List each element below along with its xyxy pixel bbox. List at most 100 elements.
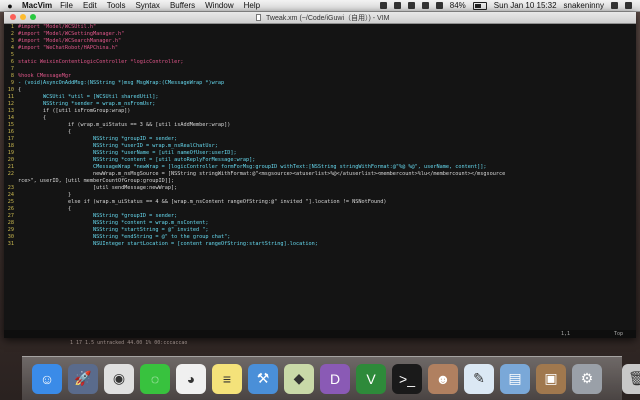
scroll-percent: Top [614,331,624,337]
code-text: NSString *groupID = sender; [18,136,178,142]
code-line[interactable]: 21 CMessageWrap *newWrap = [logicControl… [4,164,636,171]
line-number: 16 [7,129,14,135]
line-number: 9 [10,80,14,86]
user-name[interactable]: snakeninny [564,1,604,10]
code-line[interactable]: 17 NSString *groupID = sender; [4,136,636,143]
vim-icon[interactable]: V [356,363,386,394]
menu-buffers[interactable]: Buffers [170,1,195,10]
code-text: %hook CMessageMgr [18,73,72,79]
line-number: 27 [7,213,14,219]
menu-bar: ● MacVim File Edit Tools Syntax Buffers … [0,0,640,12]
line-number: 2 [10,31,14,37]
s-icon[interactable] [379,2,387,9]
code-text: NSString *content = wrap.m_nsContent; [18,220,209,226]
line-number: 7 [10,66,14,72]
code-editor[interactable]: 1 #import "Model/WCSUtil.h" 2 #import "Mode… [4,24,636,330]
menu-help[interactable]: Help [244,1,260,10]
battery-percent[interactable]: 84% [450,1,466,10]
code-text: if ([util isFromGroup:wrap]) [18,108,131,114]
code-line[interactable]: 30 NSString *endString = @" to the group… [4,234,636,241]
preview-icon[interactable]: ▤ [500,363,530,394]
line-number: 12 [7,101,14,107]
code-text: #import "Model/WCSearchManager.h" [18,38,122,44]
line-number: 13 [7,108,14,114]
code-text: else if (wrap.m_uiStatus == 4 && [wrap.m… [18,199,387,205]
code-line[interactable]: 3 #import "Model/WCSearchManager.h" [4,38,636,45]
finder-icon[interactable]: ☺ [32,363,62,394]
code-line[interactable]: 16 { [4,129,636,136]
menu-file[interactable]: File [60,1,73,10]
code-line[interactable]: 14 { [4,115,636,122]
trash-icon[interactable]: 🗑 [622,363,640,394]
code-line[interactable]: 29 NSString *startString = @" invited "; [4,227,636,234]
code-text: #import "Model/WCSettingManager.h" [18,31,125,37]
code-line[interactable]: rce>", userID, [util memberCountOfGroup:… [4,178,636,185]
code-line[interactable]: 26 { [4,206,636,213]
code-line[interactable]: 1 #import "Model/WCSUtil.h" [4,24,636,31]
battery-icon[interactable] [472,1,487,10]
maps-icon[interactable]: ◆ [284,363,314,394]
code-line[interactable]: 31 NSUInteger startLocation = [content r… [4,241,636,248]
chrome-icon[interactable]: ◉ [104,363,134,394]
line-number: 11 [7,94,14,100]
code-line[interactable]: 11 WCSUtil *util = [WCSUtil sharedUtil]; [4,94,636,101]
clock[interactable]: Sun Jan 10 15:32 [494,1,557,10]
code-text: - (void)AsyncOnAddMsg:(NSString *)msg Ms… [18,80,225,86]
menu-tools[interactable]: Tools [107,1,126,10]
code-line[interactable]: 9 - (void)AsyncOnAddMsg:(NSString *)msg M… [4,80,636,87]
code-line[interactable]: 28 NSString *content = wrap.m_nsContent; [4,220,636,227]
code-line[interactable]: 7 [4,66,636,73]
textedit-icon[interactable]: ✎ [464,363,494,394]
menu-edit[interactable]: Edit [83,1,97,10]
zoom-button[interactable] [30,14,36,20]
dash-icon[interactable]: D [320,363,350,394]
photos-icon[interactable]: ▣ [536,363,566,394]
code-line[interactable]: 8 %hook CMessageMgr [4,73,636,80]
code-line[interactable]: 12 NSString *sender = wrap.m_nsFromUsr; [4,101,636,108]
code-line[interactable]: 4 #import "WeChatRobot/HAPChina.h" [4,45,636,52]
code-text: static WeixinContentLogicController *log… [18,59,184,65]
code-line[interactable]: 23 [util sendMessage:newWrap]; [4,185,636,192]
wechat-icon[interactable]: ◌ [140,363,170,394]
code-line[interactable]: 25 else if (wrap.m_uiStatus == 4 && [wra… [4,199,636,206]
code-text: NSString *userID = wrap.m_nsRealChatUsr; [18,143,218,149]
code-line[interactable]: 6 static WeixinContentLogicController *lo… [4,59,636,66]
code-line[interactable]: 27 NSString *groupID = sender; [4,213,636,220]
launchpad-icon[interactable]: 🚀 [68,363,98,394]
document-icon [256,14,261,21]
code-text: { [18,87,22,93]
volume-icon[interactable] [435,2,443,9]
close-button[interactable] [10,14,16,20]
menu-syntax[interactable]: Syntax [135,1,159,10]
code-line[interactable]: 19 NSString *userName = [util nameOfUser… [4,150,636,157]
qq-icon[interactable]: ◕ [176,363,206,394]
xcode-icon[interactable]: ⚒ [248,363,278,394]
notes-icon[interactable]: ≡ [212,363,242,394]
code-text: #import "WeChatRobot/HAPChina.h" [18,45,118,51]
search-icon[interactable] [611,2,618,9]
portrait-icon[interactable]: ☻ [428,363,458,394]
system-preferences-icon[interactable]: ⚙ [572,363,602,394]
apple-icon[interactable]: ● [4,1,16,11]
code-line[interactable]: 5 [4,52,636,59]
code-line[interactable]: 13 if ([util isFromGroup:wrap]) [4,108,636,115]
code-line[interactable]: 20 NSString *content = [util autoReplyFo… [4,157,636,164]
code-line[interactable]: 15 if (wrap.m_uiStatus == 3 && [util isA… [4,122,636,129]
menu-list-icon[interactable] [625,2,632,9]
terminal-icon[interactable]: >_ [392,363,422,394]
minimize-button[interactable] [20,14,26,20]
app-menu[interactable]: MacVim [22,1,52,10]
code-line[interactable]: 24 } [4,192,636,199]
code-line[interactable]: 10 { [4,87,636,94]
dock: ☺ 🚀 ◉ ◌ ◕ ≡ ⚒ ◆ D V >_ ☻ ✎ ▤ ▣ ⚙ 🗑 [22,356,640,400]
bluetooth-icon[interactable] [407,2,415,9]
code-line[interactable]: 18 NSString *userID = wrap.m_nsRealChatU… [4,143,636,150]
code-line[interactable]: 22 newWrap.m_nsMsgSource = [NSString str… [4,171,636,178]
wifi-icon[interactable] [421,2,429,9]
code-text: NSString *groupID = sender; [18,213,178,219]
cloud-icon[interactable] [393,2,401,9]
menu-window[interactable]: Window [205,1,233,10]
code-line[interactable]: 2 #import "Model/WCSettingManager.h" [4,31,636,38]
code-text: if (wrap.m_uiStatus == 3 && [util isAddM… [18,122,231,128]
line-number: 20 [7,157,14,163]
